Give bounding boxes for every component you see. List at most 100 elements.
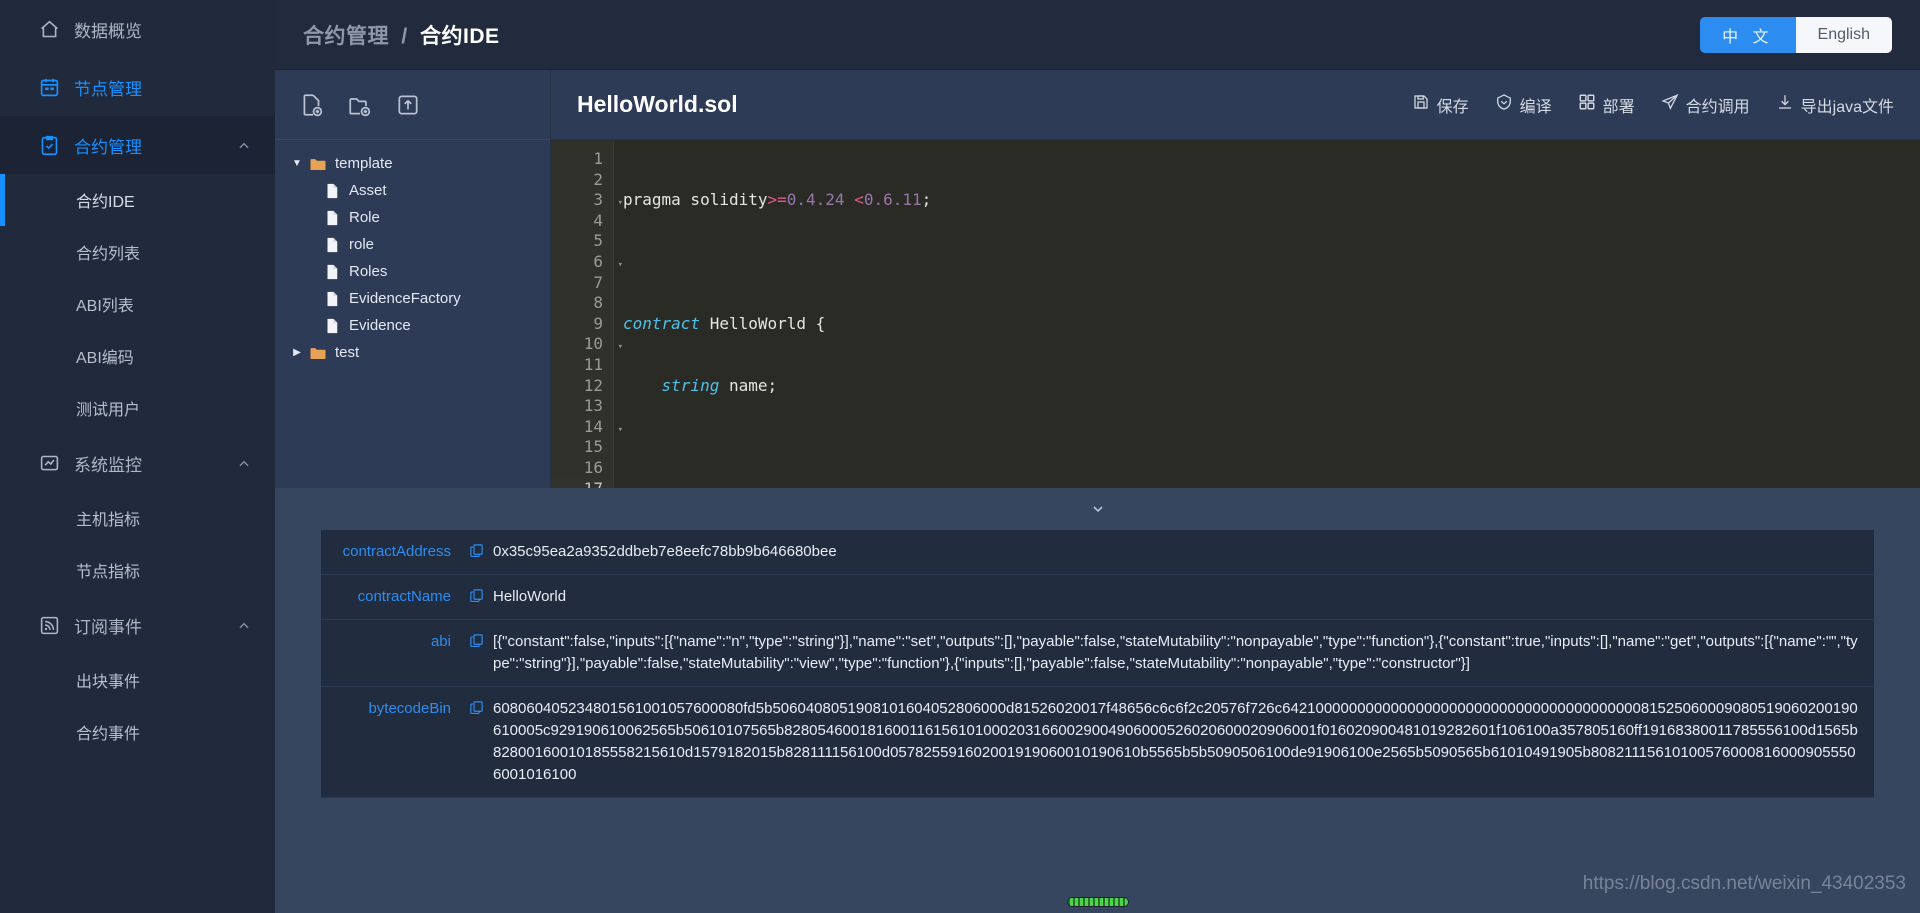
sidebar-sub-label: 主机指标 — [76, 512, 141, 529]
tree-item-label: Roles — [349, 263, 388, 280]
chevron-up-icon[interactable] — [237, 618, 251, 632]
tree-file-role-upper[interactable]: Role — [275, 204, 550, 231]
tree-folder-template[interactable]: ▼ template — [275, 150, 550, 177]
contract-call-button[interactable]: 合约调用 — [1660, 93, 1750, 117]
output-row-contract-address: contractAddress 0x35c95ea2a9352ddbeb7e8e… — [321, 530, 1874, 575]
file-tree: ▼ template Asset Role role Roles Evidenc… — [275, 140, 550, 488]
copy-icon[interactable] — [469, 631, 493, 675]
code-line: string name; — [661, 375, 778, 395]
compile-button[interactable]: 编译 — [1495, 93, 1552, 117]
main-area: 合约管理 / 合约IDE 中 文 English ▼ template Asse… — [275, 0, 1920, 913]
tree-item-label: Evidence — [349, 317, 411, 334]
top-header: 合约管理 / 合约IDE 中 文 English — [275, 0, 1920, 70]
tree-file-evidence[interactable]: Evidence — [275, 312, 550, 339]
line-number: 8 — [593, 293, 603, 313]
copy-icon[interactable] — [469, 586, 493, 608]
sidebar-item-host-metrics[interactable]: 主机指标 — [0, 492, 275, 544]
sidebar-item-node-management[interactable]: 节点管理 — [0, 58, 275, 116]
sidebar-sub-label: ABI编码 — [76, 350, 134, 367]
sidebar-item-label: 系统监控 — [74, 455, 142, 475]
new-file-icon[interactable] — [299, 92, 325, 118]
export-java-button[interactable]: 导出java文件 — [1776, 93, 1894, 117]
grid-blocks-icon — [1578, 93, 1596, 116]
sidebar-item-subscribe-events[interactable]: 订阅事件 — [0, 596, 275, 654]
file-explorer-panel: ▼ template Asset Role role Roles Evidenc… — [275, 70, 551, 488]
editor-actions: 保存 编译 部署 合约调用 导出java文件 — [1412, 93, 1894, 117]
sidebar-sub-label: 合约IDE — [76, 194, 135, 211]
output-collapse-toggle[interactable] — [321, 488, 1874, 530]
sidebar-item-system-monitor[interactable]: 系统监控 — [0, 434, 275, 492]
chevron-right-icon[interactable]: ▶ — [289, 347, 305, 358]
language-toggle[interactable]: 中 文 English — [1700, 16, 1892, 53]
sidebar-sub-label: 节点指标 — [76, 564, 141, 581]
output-table: contractAddress 0x35c95ea2a9352ddbeb7e8e… — [321, 530, 1874, 798]
tree-folder-test[interactable]: ▶ test — [275, 339, 550, 366]
line-number: 15 — [583, 437, 603, 457]
sidebar-item-contract-ide[interactable]: 合约IDE — [0, 174, 275, 226]
deploy-button[interactable]: 部署 — [1578, 93, 1635, 117]
line-number: 12 — [583, 375, 603, 395]
tree-file-roles[interactable]: Roles — [275, 258, 550, 285]
sidebar-item-label: 数据概览 — [74, 21, 142, 41]
breadcrumb-parent[interactable]: 合约管理 — [303, 25, 389, 48]
tree-file-role-lower[interactable]: role — [275, 231, 550, 258]
sidebar-item-abi-encode[interactable]: ABI编码 — [0, 330, 275, 382]
editor-header: HelloWorld.sol 保存 编译 部署 合约调用 导出java文件 — [551, 70, 1920, 140]
output-row-abi: abi [{"constant":false,"inputs":[{"name"… — [321, 620, 1874, 687]
line-number: 7 — [593, 272, 603, 292]
save-button[interactable]: 保存 — [1412, 93, 1469, 117]
output-label: contractName — [357, 588, 451, 605]
fold-toggle-icon[interactable]: ▾ — [618, 420, 623, 441]
sidebar-item-node-metrics[interactable]: 节点指标 — [0, 544, 275, 596]
fold-toggle-icon[interactable]: ▾ — [618, 255, 623, 276]
save-label: 保存 — [1436, 98, 1469, 116]
sidebar-item-block-events[interactable]: 出块事件 — [0, 654, 275, 706]
copy-icon[interactable] — [469, 698, 493, 786]
code-line: pragma solidity>=0.4.24 <0.6.11; — [623, 190, 932, 210]
sidebar-sub-label: 测试用户 — [76, 402, 141, 419]
lang-option-chinese[interactable]: 中 文 — [1700, 16, 1796, 53]
line-number: 3 ▾ — [551, 190, 623, 211]
file-icon — [323, 290, 341, 308]
chevron-up-icon[interactable] — [237, 456, 251, 470]
copy-icon[interactable] — [469, 541, 493, 563]
upload-icon[interactable] — [395, 92, 421, 118]
tree-item-label: role — [349, 236, 375, 253]
code-content[interactable]: pragma solidity>=0.4.24 <0.6.11; contrac… — [613, 140, 1920, 488]
output-row-bytecode-bin: bytecodeBin 6080604052348015610010576000… — [321, 687, 1874, 798]
file-explorer-toolbar — [275, 70, 550, 140]
deploy-label: 部署 — [1602, 98, 1635, 116]
clipboard-check-icon — [38, 134, 60, 156]
sidebar-item-test-user[interactable]: 测试用户 — [0, 382, 275, 434]
code-editor[interactable]: 1 2 3▾ 4 5 6▾ 7 8 9 10▾ 11 12 13 14▾ — [551, 140, 1920, 488]
line-number: 14 ▾ — [551, 417, 623, 438]
tree-file-asset[interactable]: Asset — [275, 177, 550, 204]
chevron-up-icon[interactable] — [237, 138, 251, 152]
lang-option-english[interactable]: English — [1795, 16, 1892, 53]
tree-item-label: test — [335, 344, 360, 361]
breadcrumb-separator: / — [401, 24, 408, 48]
output-label: contractAddress — [342, 543, 451, 560]
new-folder-icon[interactable] — [347, 92, 373, 118]
fold-toggle-icon[interactable]: ▾ — [618, 337, 623, 358]
horizontal-scrollbar-thumb[interactable] — [1066, 897, 1129, 907]
fold-toggle-icon[interactable]: ▾ — [618, 193, 623, 214]
sidebar-item-contract-list[interactable]: 合约列表 — [0, 226, 275, 278]
sidebar-item-overview[interactable]: 数据概览 — [0, 0, 275, 58]
sidebar-item-contract-events[interactable]: 合约事件 — [0, 706, 275, 758]
tree-file-evidencefactory[interactable]: EvidenceFactory — [275, 285, 550, 312]
line-number: 2 — [593, 169, 603, 189]
sidebar-item-contract-management[interactable]: 合约管理 — [0, 116, 275, 174]
tree-item-label: Role — [349, 209, 380, 226]
line-number-gutter: 1 2 3▾ 4 5 6▾ 7 8 9 10▾ 11 12 13 14▾ — [551, 140, 623, 488]
editor-filename: HelloWorld.sol — [577, 91, 738, 117]
sidebar-sub-label: 出块事件 — [76, 674, 141, 691]
output-value: [{"constant":false,"inputs":[{"name":"n"… — [493, 633, 1858, 672]
output-value: 0x35c95ea2a9352ddbeb7e8eefc78bb9b646680b… — [493, 543, 837, 560]
sidebar-item-abi-list[interactable]: ABI列表 — [0, 278, 275, 330]
export-java-label: 导出java文件 — [1800, 98, 1894, 116]
chevron-down-icon[interactable]: ▼ — [289, 158, 305, 169]
file-icon — [323, 182, 341, 200]
sidebar-sub-label: ABI列表 — [76, 298, 134, 315]
